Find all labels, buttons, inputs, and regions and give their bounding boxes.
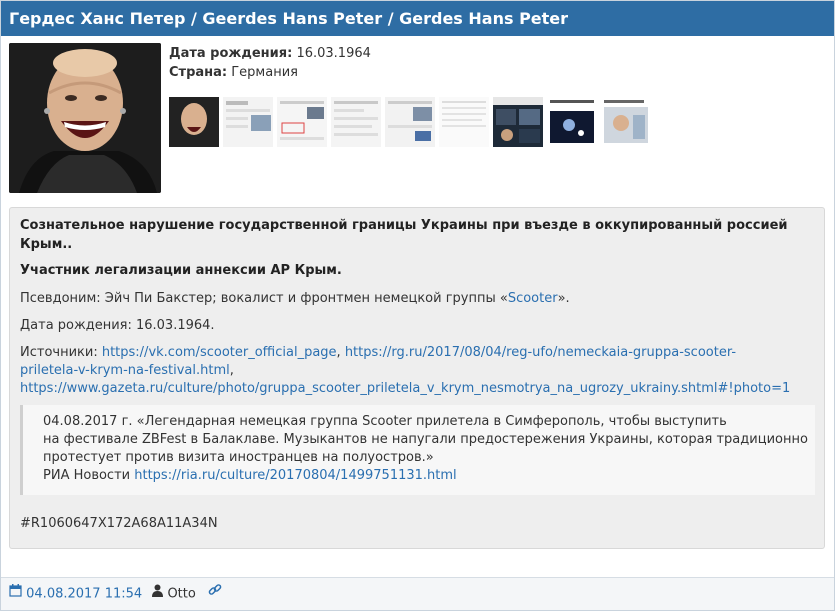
thumbnail-2[interactable]	[223, 97, 273, 147]
author-name[interactable]: Otto	[167, 587, 195, 602]
thumbnail-9[interactable]	[601, 97, 651, 147]
scooter-link[interactable]: Scooter	[508, 291, 558, 306]
thumbnail-5[interactable]	[385, 97, 435, 147]
entry-card: Гердес Ханс Петер / Geerdes Hans Peter /…	[0, 0, 835, 611]
source-link-vk[interactable]: https://vk.com/scooter_official_page	[102, 345, 337, 360]
country-row: Страна: Германия	[169, 63, 371, 82]
sources-label: Источники:	[20, 345, 102, 360]
user-icon	[152, 578, 164, 610]
quote-line-1: 04.08.2017 г. «Легендарная немецкая груп…	[43, 414, 727, 429]
entry-title: Гердес Ханс Петер / Geerdes Hans Peter /…	[1, 1, 834, 36]
ria-link[interactable]: https://ria.ru/culture/20170804/14997511…	[134, 468, 456, 483]
sources-line-2: priletela-v-krym-na-festival.html,	[20, 362, 234, 380]
quote-line-2: на фестивале ZBFest в Балаклаве. Музыкан…	[43, 432, 808, 447]
quote-source-label: РИА Новости	[43, 468, 135, 483]
profile-info: Дата рождения: 16.03.1964 Страна: Герман…	[169, 44, 371, 82]
headline: Сознательное нарушение государственной г…	[20, 218, 788, 252]
sources-line-1: Источники: https://vk.com/scooter_offici…	[20, 344, 736, 362]
source-link-gazeta[interactable]: https://www.gazeta.ru/culture/photo/grup…	[20, 381, 790, 396]
pseudonym-line: Псевдоним: Эйч Пи Бакстер; вокалист и фр…	[20, 290, 570, 308]
sources-line-3: https://www.gazeta.ru/culture/photo/grup…	[20, 380, 790, 398]
country-label: Страна:	[169, 65, 228, 80]
record-hash: #R1060647X172A68A11A34N	[20, 516, 218, 531]
source-link-rg-cont[interactable]: priletela-v-krym-na-festival.html	[20, 363, 230, 378]
birth-line: Дата рождения: 16.03.1964.	[20, 318, 215, 333]
thumbnail-8[interactable]	[547, 97, 597, 147]
birth-value: 16.03.1964	[296, 46, 371, 61]
entry-date-link[interactable]: 04.08.2017 11:54	[26, 587, 142, 602]
source-separator-2: ,	[229, 363, 234, 378]
profile-photo[interactable]	[9, 43, 161, 193]
entry-footer: 04.08.2017 11:54 Otto	[1, 577, 834, 610]
subheadline: Участник легализации аннексии АР Крым.	[20, 263, 342, 278]
thumbnail-1[interactable]	[169, 97, 219, 147]
thumbnail-3[interactable]	[277, 97, 327, 147]
thumbnail-4[interactable]	[331, 97, 381, 147]
link-icon[interactable]	[208, 578, 222, 610]
quote-line-3: протестует против визита иностранцев на …	[43, 450, 434, 465]
thumbnail-7[interactable]	[493, 97, 543, 147]
pseudonym-text: Псевдоним: Эйч Пи Бакстер; вокалист и фр…	[20, 291, 508, 306]
source-link-rg[interactable]: https://rg.ru/2017/08/04/reg-ufo/nemecka…	[345, 345, 736, 360]
quote-block: 04.08.2017 г. «Легендарная немецкая груп…	[20, 405, 815, 495]
source-separator: ,	[336, 345, 345, 360]
description-panel: Сознательное нарушение государственной г…	[9, 207, 825, 549]
quote-source: РИА Новости https://ria.ru/culture/20170…	[43, 467, 815, 485]
calendar-icon	[9, 578, 22, 610]
pseudonym-suffix: ».	[557, 291, 570, 306]
country-value: Германия	[231, 65, 298, 80]
thumbnail-6[interactable]	[439, 97, 489, 147]
birth-label: Дата рождения:	[169, 46, 293, 61]
birth-row: Дата рождения: 16.03.1964	[169, 44, 371, 63]
